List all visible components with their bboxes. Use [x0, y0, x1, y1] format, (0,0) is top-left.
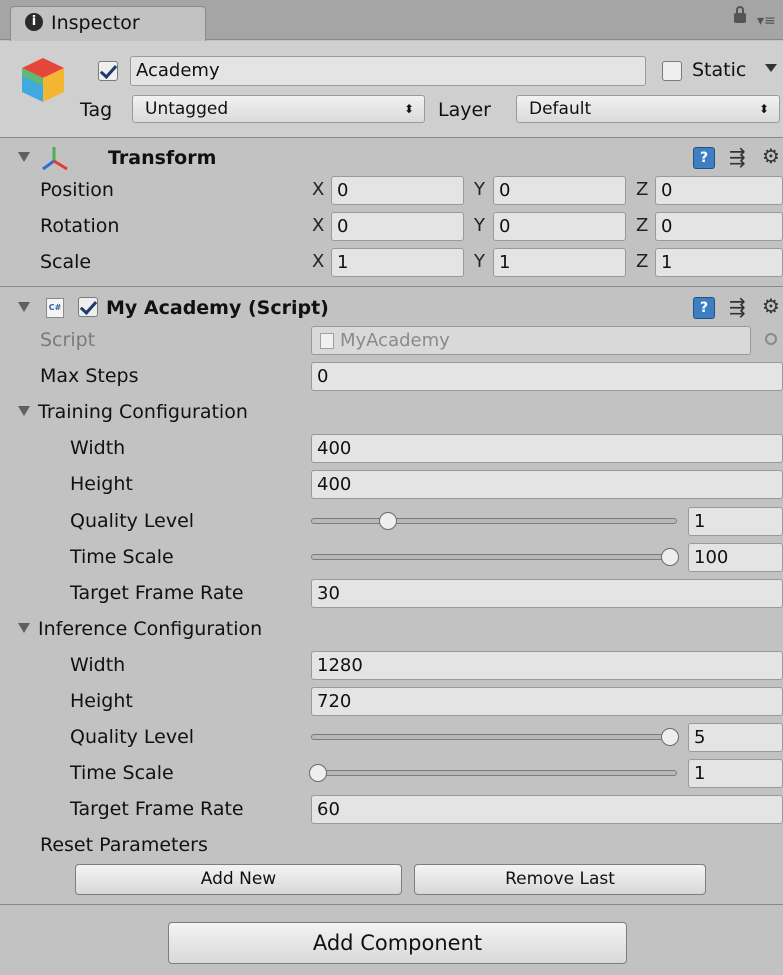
inference-config-title: Inference Configuration	[38, 618, 263, 640]
dropdown-arrows-icon: ⬍	[758, 102, 769, 116]
add-component-button[interactable]: Add Component	[168, 922, 627, 964]
position-z-field[interactable]: 0	[655, 176, 783, 205]
training-timescale-field[interactable]: 100	[688, 543, 783, 572]
gameobject-cube-icon	[20, 56, 66, 104]
axis-z-label: Z	[636, 179, 649, 200]
inference-width-field[interactable]: 1280	[311, 651, 783, 680]
inference-timescale-slider-thumb[interactable]	[309, 764, 327, 782]
scale-z-field[interactable]: 1	[655, 248, 783, 277]
remove-last-button[interactable]: Remove Last	[414, 864, 706, 895]
add-new-button[interactable]: Add New	[75, 864, 402, 895]
inference-timescale-label: Time Scale	[70, 762, 174, 784]
max-steps-label: Max Steps	[40, 365, 139, 387]
static-checkbox[interactable]	[662, 61, 682, 81]
training-quality-field[interactable]: 1	[688, 507, 783, 536]
active-checkbox[interactable]	[98, 61, 118, 81]
layer-label: Layer	[438, 99, 491, 121]
rotation-label: Rotation	[40, 215, 120, 237]
info-icon: i	[25, 13, 43, 31]
gear-icon[interactable]: ⚙	[762, 295, 780, 317]
training-foldout-icon[interactable]	[18, 406, 30, 416]
axis-x-label: X	[312, 215, 325, 236]
dropdown-arrows-icon: ⬍	[403, 102, 414, 116]
training-height-field[interactable]: 400	[311, 470, 783, 499]
tag-label: Tag	[80, 99, 113, 121]
preset-icon[interactable]: ⇶	[729, 146, 746, 168]
training-quality-slider-track[interactable]	[311, 518, 677, 524]
help-icon[interactable]: ?	[693, 147, 715, 169]
tag-dropdown[interactable]: Untagged ⬍	[132, 95, 425, 123]
static-dropdown-icon[interactable]	[765, 64, 777, 72]
transform-title: Transform	[108, 147, 217, 169]
divider	[0, 904, 783, 905]
axis-z-label: Z	[636, 215, 649, 236]
script-component-title: My Academy (Script)	[106, 297, 329, 319]
position-y-field[interactable]: 0	[493, 176, 626, 205]
divider	[0, 137, 783, 138]
tab-inspector[interactable]: i Inspector	[10, 6, 206, 42]
menu-icon[interactable]: ▾≡	[757, 14, 776, 28]
script-object-field: MyAcademy	[311, 326, 751, 355]
max-steps-field[interactable]: 0	[311, 362, 783, 391]
inference-quality-label: Quality Level	[70, 726, 195, 748]
layer-value: Default	[529, 99, 592, 119]
axis-x-label: X	[312, 179, 325, 200]
inference-height-field[interactable]: 720	[311, 687, 783, 716]
gameobject-name-field[interactable]: Academy	[130, 56, 646, 86]
divider	[0, 286, 783, 287]
gear-icon[interactable]: ⚙	[762, 145, 780, 167]
training-timescale-slider-thumb[interactable]	[661, 548, 679, 566]
position-label: Position	[40, 179, 114, 201]
axis-y-label: Y	[474, 251, 485, 272]
tag-value: Untagged	[145, 99, 229, 119]
axis-z-label: Z	[636, 251, 649, 272]
inference-height-label: Height	[70, 690, 133, 712]
layer-dropdown[interactable]: Default ⬍	[516, 95, 780, 123]
training-framerate-field[interactable]: 30	[311, 579, 783, 608]
axis-y-label: Y	[474, 179, 485, 200]
scale-label: Scale	[40, 251, 92, 273]
rotation-x-field[interactable]: 0	[331, 212, 464, 241]
preset-icon[interactable]: ⇶	[729, 296, 746, 318]
rotation-y-field[interactable]: 0	[493, 212, 626, 241]
training-height-label: Height	[70, 473, 133, 495]
static-label: Static	[692, 59, 747, 81]
axis-x-label: X	[312, 251, 325, 272]
script-foldout-icon[interactable]	[18, 302, 30, 312]
script-value: MyAcademy	[340, 330, 450, 351]
script-label: Script	[40, 329, 96, 351]
inference-quality-field[interactable]: 5	[688, 723, 783, 752]
inference-timescale-slider-track[interactable]	[311, 770, 677, 776]
training-timescale-label: Time Scale	[70, 546, 174, 568]
transform-axes-icon	[40, 145, 70, 171]
scale-x-field[interactable]: 1	[331, 248, 464, 277]
rotation-z-field[interactable]: 0	[655, 212, 783, 241]
training-width-field[interactable]: 400	[311, 434, 783, 463]
inference-timescale-field[interactable]: 1	[688, 759, 783, 788]
inference-quality-slider-thumb[interactable]	[661, 728, 679, 746]
object-picker-icon[interactable]	[765, 333, 777, 345]
csharp-script-icon: C#	[46, 298, 64, 318]
training-config-title: Training Configuration	[38, 401, 248, 423]
training-timescale-slider-track[interactable]	[311, 554, 677, 560]
lock-shackle-icon	[736, 6, 744, 15]
inference-framerate-label: Target Frame Rate	[70, 798, 244, 820]
script-file-icon	[320, 333, 334, 349]
script-enabled-checkbox[interactable]	[78, 297, 98, 317]
training-framerate-label: Target Frame Rate	[70, 582, 244, 604]
training-quality-label: Quality Level	[70, 510, 195, 532]
inference-foldout-icon[interactable]	[18, 623, 30, 633]
transform-foldout-icon[interactable]	[18, 152, 30, 162]
training-width-label: Width	[70, 437, 126, 459]
inference-framerate-field[interactable]: 60	[311, 795, 783, 824]
scale-y-field[interactable]: 1	[493, 248, 626, 277]
position-x-field[interactable]: 0	[331, 176, 464, 205]
inference-width-label: Width	[70, 654, 126, 676]
tab-title: Inspector	[51, 12, 140, 34]
training-quality-slider-thumb[interactable]	[379, 512, 398, 530]
help-icon[interactable]: ?	[693, 297, 715, 319]
reset-parameters-label: Reset Parameters	[40, 834, 208, 856]
inference-quality-slider-track[interactable]	[311, 734, 677, 740]
axis-y-label: Y	[474, 215, 485, 236]
